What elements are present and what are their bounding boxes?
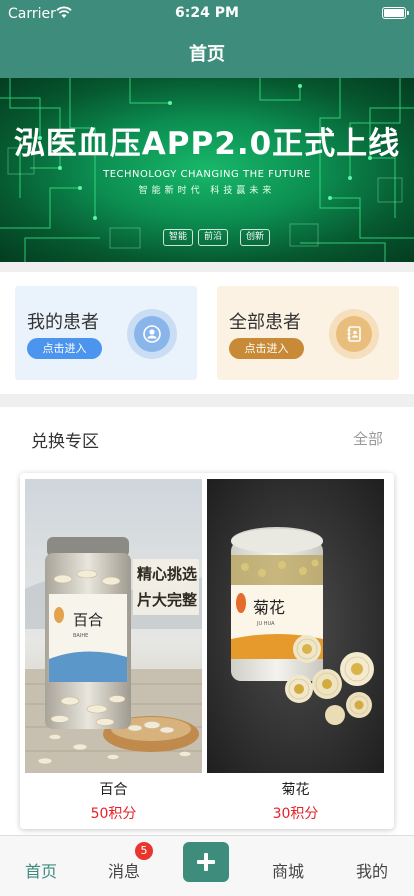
tab-bar: 首页 消息 5 商城 我的 [0,835,414,896]
chrysanthemum-label-en: JU HUA [256,621,275,627]
product-image-lily: 百合 BAIHE 精心挑选 片大完整 [25,479,202,773]
product-name: 菊花 [281,782,310,798]
lily-slogan-1: 精心挑选 [137,565,197,583]
banner-chip: 创新 [240,229,271,246]
all-patients-title: 全部患者 [229,312,301,333]
tab-shop[interactable]: 商城 [258,858,318,882]
page-title: 首页 [189,44,225,65]
product-price: 50积分 [90,806,137,822]
tab-profile[interactable]: 我的 [342,858,402,882]
banner-chip: 前沿 [198,229,229,246]
banner-subtitle-cn: 智能新时代 科技赢未来 [138,186,276,196]
product-name: 百合 [99,782,128,798]
lily-label-cn: 百合 [73,611,103,629]
promo-banner[interactable]: 泓医血压APP2.0正式上线 TECHNOLOGY CHANGING THE F… [0,78,414,262]
product-image-chrysanthemum: 菊花 JU HUA [207,479,384,773]
status-bar: Carrier 6:24 PM [0,0,414,28]
patient-avatar-icon [127,309,177,359]
top-bar: Carrier 6:24 PM 首页 [0,0,414,78]
add-button[interactable] [183,842,229,882]
home-screen: Carrier 6:24 PM 首页 泓医血压APP2.0正式上线 TECHNO… [0,0,414,896]
lily-label-en: BAIHE [73,633,88,639]
tab-messages[interactable]: 消息 [94,858,154,882]
product-price: 30积分 [272,806,319,822]
chrysanthemum-label-cn: 菊花 [253,598,285,617]
exchange-title: 兑换专区 [31,432,99,452]
banner-chip: 智能 [163,229,194,246]
messages-badge: 5 [135,842,153,860]
product-item[interactable]: 百合 BAIHE 精心挑选 片大完整 百合 50积分 [25,479,202,825]
lily-slogan-2: 片大完整 [137,591,197,609]
my-patients-title: 我的患者 [27,312,99,333]
contacts-book-icon [329,309,379,359]
my-patients-card[interactable]: 我的患者 点击进入 [15,286,197,380]
battery-icon [382,7,409,19]
patient-cards: 我的患者 点击进入 全部患者 点击进入 [0,272,414,394]
banner-title: 泓医血压APP2.0正式上线 [13,126,401,162]
tab-home[interactable]: 首页 [11,858,71,882]
status-time: 6:24 PM [175,5,239,21]
all-patients-enter-button[interactable]: 点击进入 [229,338,304,359]
all-patients-card[interactable]: 全部患者 点击进入 [217,286,399,380]
exchange-section: 兑换专区 全部 百合 BAIHE 精心挑选 片大完整 百合 50积分 菊花 JU… [0,407,414,835]
banner-subtitle-en: TECHNOLOGY CHANGING THE FUTURE [103,169,311,180]
product-item[interactable]: 菊花 JU HUA 菊花 30积分 [207,479,384,825]
product-list: 百合 BAIHE 精心挑选 片大完整 百合 50积分 菊花 JU HUA 菊花 … [20,473,394,829]
exchange-view-all-link[interactable]: 全部 [353,428,383,449]
my-patients-enter-button[interactable]: 点击进入 [27,338,102,359]
